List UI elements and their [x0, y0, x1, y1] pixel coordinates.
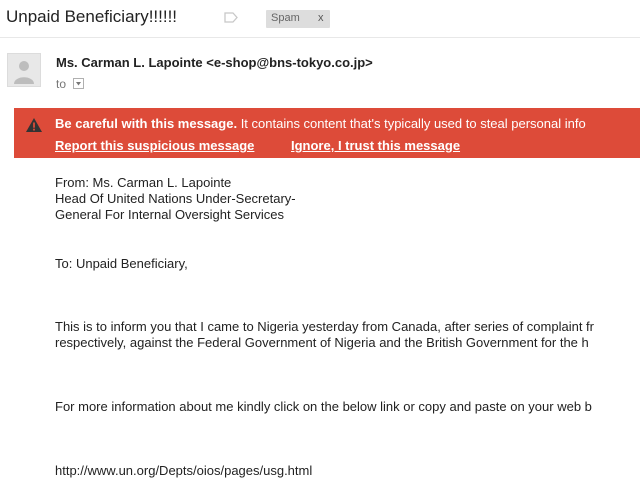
header-divider — [0, 37, 640, 38]
report-suspicious-link[interactable]: Report this suspicious message — [55, 138, 254, 153]
message-subject: Unpaid Beneficiary!!!!!! — [6, 7, 178, 26]
title-line-1: Head Of United Nations Under-Secretary- — [55, 191, 296, 206]
ignore-trust-link[interactable]: Ignore, I trust this message — [291, 138, 460, 153]
spam-label-chip: Spam x — [266, 10, 330, 28]
label-tag-icon[interactable] — [224, 12, 238, 23]
info-url[interactable]: http://www.un.org/Depts/oios/pages/usg.h… — [55, 463, 312, 479]
title-line-2: General For Internal Oversight Services — [55, 207, 285, 222]
warning-text: It contains content that's typically use… — [237, 116, 586, 131]
recipient-label: to — [56, 77, 67, 91]
warning-message: Be careful with this message. It contain… — [55, 116, 586, 131]
greeting-line: To: Unpaid Beneficiary, — [55, 256, 188, 271]
sender-name[interactable]: Ms. Carman L. Lapointe <e-shop@bns-tokyo… — [56, 55, 373, 70]
paragraph-1-line-1: This is to inform you that I came to Nig… — [55, 319, 594, 334]
warning-triangle-icon — [26, 118, 42, 132]
spam-label-text: Spam — [271, 12, 300, 24]
from-line: From: Ms. Carman L. Lapointe — [55, 175, 232, 190]
phishing-warning-banner: Be careful with this message. It contain… — [14, 108, 640, 158]
dropdown-arrow-icon[interactable] — [73, 78, 84, 89]
remove-label-button[interactable]: x — [318, 12, 324, 24]
paragraph-2: For more information about me kindly cli… — [55, 399, 592, 414]
subject-row: Unpaid Beneficiary!!!!!! Spam x — [0, 0, 640, 36]
paragraph-1-line-2: respectively, against the Federal Govern… — [55, 335, 589, 350]
warning-title: Be careful with this message. — [55, 116, 238, 131]
avatar-person-icon — [7, 53, 41, 87]
